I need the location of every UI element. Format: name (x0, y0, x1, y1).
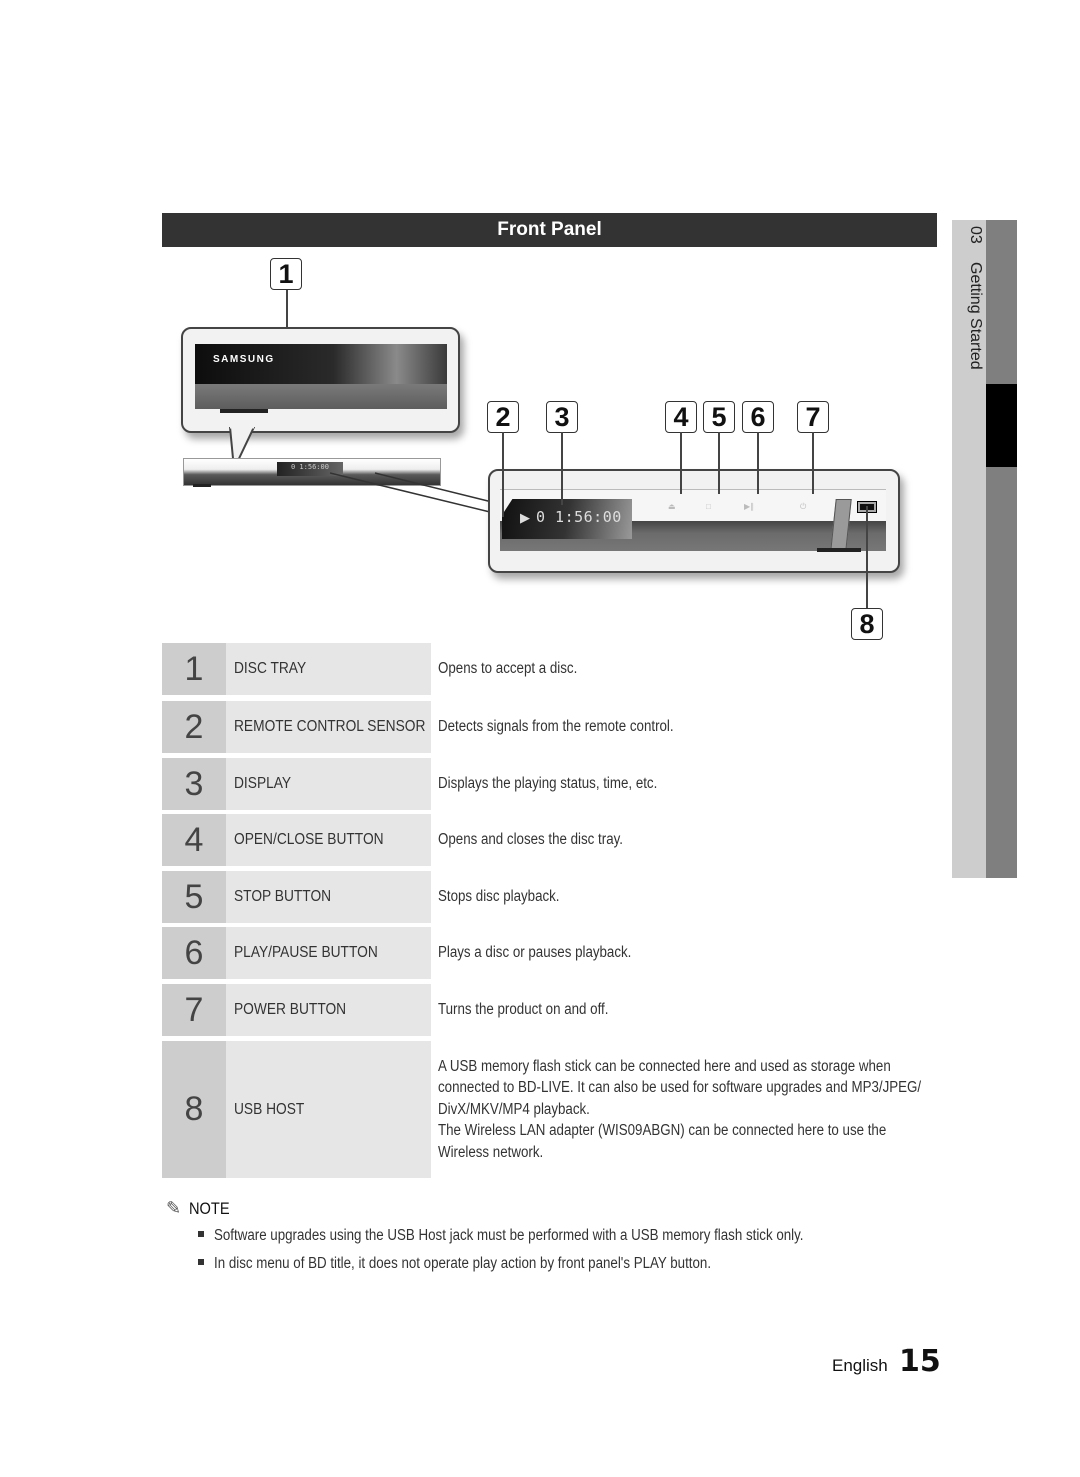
leader-line-3 (561, 432, 563, 505)
row-description: Displays the playing status, time, etc. (438, 775, 658, 793)
samsung-logo: SAMSUNG (213, 354, 275, 365)
table-row: 3 DISPLAY Displays the playing status, t… (162, 758, 937, 810)
callout-1: 1 (270, 258, 302, 290)
player-foot (193, 484, 211, 487)
callout-2: 2 (487, 401, 519, 433)
disc-tray-zoom: SAMSUNG (181, 327, 460, 433)
callout-6: 6 (742, 401, 774, 433)
front-panel-zoom: ⏏ □ ▶∥ ⏻ ▶ 0 1:56:00 (488, 469, 900, 573)
row-description: Opens to accept a disc. (438, 660, 578, 678)
chapter-label: 03 Getting Started (956, 226, 984, 526)
table-row: 8 USB HOST A USB memory flash stick can … (162, 1041, 937, 1178)
note-item: Software upgrades using the USB Host jac… (198, 1227, 899, 1245)
footer-language: English (832, 1356, 888, 1375)
display-readout: 0 1:56:00 (536, 508, 622, 526)
row-description: A USB memory flash stick can be connecte… (438, 1041, 938, 1178)
eject-icon: ⏏ (668, 502, 676, 511)
panel-foot (817, 548, 861, 552)
row-part-name: PLAY/PAUSE BUTTON (226, 927, 431, 979)
callout-3: 3 (546, 401, 578, 433)
row-description: Stops disc playback. (438, 888, 560, 906)
chapter-number: 03 (967, 226, 984, 244)
mini-display-readout: 0 1:56:00 (291, 463, 329, 471)
row-description: Turns the product on and off. (438, 1001, 609, 1019)
row-part-name: OPEN/CLOSE BUTTON (226, 814, 431, 866)
tray-foot (220, 409, 268, 413)
row-number: 5 (162, 871, 226, 923)
callout-7: 7 (797, 401, 829, 433)
leader-line-7 (812, 432, 814, 494)
description-line: A USB memory flash stick can be connecte… (438, 1057, 891, 1075)
chapter-tab-marker (986, 384, 1017, 467)
row-description: Opens and closes the disc tray. (438, 831, 623, 849)
leader-line-8 (866, 506, 868, 609)
display-window: ▶ 0 1:56:00 (502, 499, 632, 539)
note-heading: ✎ NOTE (166, 1198, 230, 1218)
power-icon: ⏻ (800, 502, 807, 511)
leader-line-2 (502, 432, 504, 517)
table-row: 6 PLAY/PAUSE BUTTON Plays a disc or paus… (162, 927, 937, 979)
chapter-title: Getting Started (967, 262, 984, 370)
zoom-connector (330, 472, 493, 513)
table-row: 4 OPEN/CLOSE BUTTON Opens and closes the… (162, 814, 937, 866)
note-item: In disc menu of BD title, it does not op… (198, 1255, 792, 1273)
leader-line-4 (680, 432, 682, 494)
bullet-icon (198, 1258, 204, 1265)
description-line: connected to BD-LIVE. It can also be use… (438, 1079, 922, 1097)
bullet-icon (198, 1230, 204, 1237)
play-pause-icon: ▶∥ (744, 502, 755, 511)
row-number: 4 (162, 814, 226, 866)
row-number: 2 (162, 701, 226, 753)
callout-8: 8 (851, 608, 883, 640)
table-row: 7 POWER BUTTON Turns the product on and … (162, 984, 937, 1036)
leader-line-6 (757, 432, 759, 494)
page-number: 15 (899, 1344, 941, 1379)
disc-tray-base (195, 384, 447, 409)
row-part-name: REMOTE CONTROL SENSOR (226, 701, 431, 753)
row-number: 3 (162, 758, 226, 810)
description-line: Wireless network. (438, 1143, 544, 1161)
row-part-name: POWER BUTTON (226, 984, 431, 1036)
row-part-name: DISPLAY (226, 758, 431, 810)
stop-icon: □ (706, 502, 711, 511)
pencil-icon: ✎ (166, 1198, 182, 1218)
row-description: Plays a disc or pauses playback. (438, 944, 632, 962)
row-number: 8 (162, 1041, 226, 1178)
row-description: Detects signals from the remote control. (438, 718, 674, 736)
row-number: 1 (162, 643, 226, 695)
description-line: DivX/MKV/MP4 playback. (438, 1100, 590, 1118)
chapter-tab-strip (986, 220, 1017, 878)
section-title: Front Panel (162, 213, 937, 247)
table-row: 1 DISC TRAY Opens to accept a disc. (162, 643, 937, 695)
description-line: The Wireless LAN adapter (WIS09ABGN) can… (438, 1122, 887, 1140)
row-part-name: STOP BUTTON (226, 871, 431, 923)
callout-4: 4 (665, 401, 697, 433)
row-part-name: USB HOST (226, 1041, 431, 1178)
row-number: 7 (162, 984, 226, 1036)
table-row: 5 STOP BUTTON Stops disc playback. (162, 871, 937, 923)
row-part-name: DISC TRAY (226, 643, 431, 695)
row-number: 6 (162, 927, 226, 979)
leader-line-5 (718, 432, 720, 494)
callout-5: 5 (703, 401, 735, 433)
play-indicator-icon: ▶ (520, 510, 530, 525)
table-row: 2 REMOTE CONTROL SENSOR Detects signals … (162, 701, 937, 753)
disc-tray-face: SAMSUNG (195, 344, 447, 384)
